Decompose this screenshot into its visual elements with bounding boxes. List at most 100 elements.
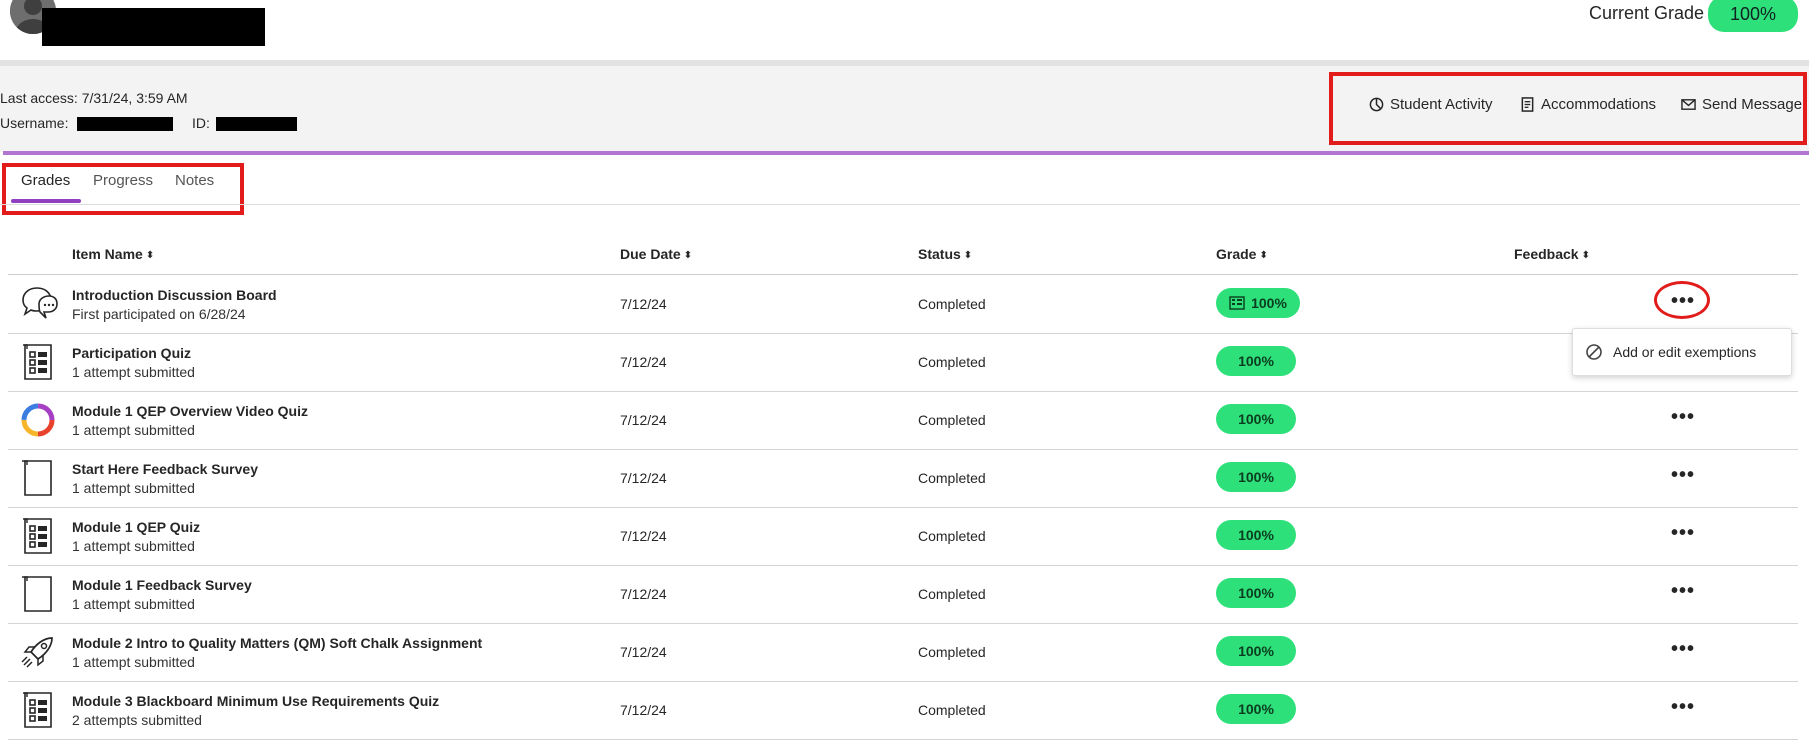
header-accent-line xyxy=(3,151,1809,155)
document-icon xyxy=(18,574,58,614)
sort-icon: ⬍ xyxy=(1581,250,1590,261)
table-row[interactable] xyxy=(8,450,1798,508)
sort-icon: ⬍ xyxy=(683,250,693,261)
due-date-cell: 7/12/24 xyxy=(620,702,667,718)
sort-icon: ⬍ xyxy=(145,250,155,261)
item-subtitle: 1 attempt submitted xyxy=(72,364,195,380)
tabs-highlight-box xyxy=(2,163,244,215)
document-list-icon xyxy=(1521,97,1534,112)
tab-grades[interactable]: Grades xyxy=(21,172,70,189)
due-date-cell: 7/12/24 xyxy=(620,412,667,428)
status-cell: Completed xyxy=(918,412,986,428)
student-name-redacted xyxy=(42,8,265,46)
table-row[interactable] xyxy=(8,624,1798,682)
test-icon xyxy=(18,516,58,556)
table-row[interactable] xyxy=(8,508,1798,566)
row-context-menu: Add or edit exemptions xyxy=(1572,328,1792,376)
item-subtitle: 1 attempt submitted xyxy=(72,596,195,612)
tab-progress[interactable]: Progress xyxy=(93,172,153,189)
more-options-button[interactable]: ••• xyxy=(1671,523,1695,543)
more-options-button[interactable]: ••• xyxy=(1671,465,1695,485)
accommodations-button[interactable]: Accommodations xyxy=(1520,96,1656,113)
due-date-cell: 7/12/24 xyxy=(620,644,667,660)
id-label: ID: xyxy=(192,115,210,131)
status-cell: Completed xyxy=(918,470,986,486)
accommodations-label: Accommodations xyxy=(1541,96,1657,113)
status-cell: Completed xyxy=(918,354,986,370)
item-subtitle: 1 attempt submitted xyxy=(72,654,195,670)
gradebook-icon xyxy=(1229,296,1245,310)
active-tab-indicator xyxy=(11,199,81,203)
sort-icon: ⬍ xyxy=(1259,250,1268,261)
item-subtitle: 2 attempts submitted xyxy=(72,712,202,728)
document-icon xyxy=(18,458,58,498)
prohibited-icon xyxy=(1586,344,1602,360)
last-access: Last access: 7/31/24, 3:59 AM xyxy=(0,90,188,106)
pie-chart-icon xyxy=(1369,97,1384,112)
envelope-icon xyxy=(1681,99,1696,110)
grade-pill[interactable]: 100% xyxy=(1216,462,1296,492)
student-activity-button[interactable]: Student Activity xyxy=(1369,96,1493,113)
grade-pill[interactable]: 100% xyxy=(1216,288,1300,318)
due-date-cell: 7/12/24 xyxy=(620,354,667,370)
item-title-link[interactable]: Participation Quiz xyxy=(72,345,191,361)
add-or-edit-exemptions-item[interactable]: Add or edit exemptions xyxy=(1613,344,1756,360)
username-label: Username: xyxy=(0,115,69,131)
tabs-divider xyxy=(0,204,1800,205)
test-icon xyxy=(18,342,58,382)
video-quiz-logo-icon xyxy=(18,400,58,440)
grade-pill[interactable]: 100% xyxy=(1216,346,1296,376)
send-message-label: Send Message xyxy=(1702,96,1803,113)
last-access-label: Last access: xyxy=(0,90,78,106)
send-message-button[interactable]: Send Message xyxy=(1681,96,1802,113)
due-date-cell: 7/12/24 xyxy=(620,586,667,602)
current-grade-pill[interactable]: 100% xyxy=(1708,0,1798,32)
status-cell: Completed xyxy=(918,528,986,544)
status-cell: Completed xyxy=(918,586,986,602)
table-row[interactable] xyxy=(8,276,1798,334)
id-redacted xyxy=(216,117,297,131)
grade-pill[interactable]: 100% xyxy=(1216,694,1296,724)
more-options-button[interactable]: ••• xyxy=(1671,581,1695,601)
due-date-cell: 7/12/24 xyxy=(620,528,667,544)
current-grade-label: Current Grade xyxy=(1589,3,1705,23)
table-row[interactable] xyxy=(8,566,1798,624)
tab-notes[interactable]: Notes xyxy=(175,172,214,189)
table-row[interactable] xyxy=(8,682,1798,740)
more-options-button[interactable]: ••• xyxy=(1671,697,1695,717)
due-date-cell: 7/12/24 xyxy=(620,296,667,312)
item-title-link[interactable]: Module 1 QEP Overview Video Quiz xyxy=(72,403,308,419)
item-title-link[interactable]: Module 3 Blackboard Minimum Use Requirem… xyxy=(72,693,439,709)
column-header-feedback[interactable]: Feedback ⬍ xyxy=(1514,246,1590,262)
grade-pill[interactable]: 100% xyxy=(1216,578,1296,608)
item-subtitle: 1 attempt submitted xyxy=(72,422,195,438)
grade-pill[interactable]: 100% xyxy=(1216,520,1296,550)
item-title-link[interactable]: Start Here Feedback Survey xyxy=(72,461,258,477)
last-access-value: 7/31/24, 3:59 AM xyxy=(81,90,188,106)
item-title-link[interactable]: Introduction Discussion Board xyxy=(72,287,277,303)
item-title-link[interactable]: Module 1 QEP Quiz xyxy=(72,519,200,535)
item-subtitle: First participated on 6/28/24 xyxy=(72,306,246,322)
more-options-button[interactable]: ••• xyxy=(1671,639,1695,659)
item-subtitle: 1 attempt submitted xyxy=(72,538,195,554)
more-options-highlight-circle xyxy=(1654,281,1710,319)
grade-pill[interactable]: 100% xyxy=(1216,404,1296,434)
more-options-button[interactable]: ••• xyxy=(1671,407,1695,427)
item-title-link[interactable]: Module 2 Intro to Quality Matters (QM) S… xyxy=(72,635,482,651)
due-date-cell: 7/12/24 xyxy=(620,470,667,486)
test-icon xyxy=(18,690,58,730)
student-activity-label: Student Activity xyxy=(1390,96,1493,113)
column-header-item-name[interactable]: Item Name ⬍ xyxy=(72,246,154,262)
username-redacted xyxy=(77,117,173,131)
table-row[interactable] xyxy=(8,392,1798,450)
grade-pill[interactable]: 100% xyxy=(1216,636,1296,666)
column-header-grade[interactable]: Grade ⬍ xyxy=(1216,246,1268,262)
item-subtitle: 1 attempt submitted xyxy=(72,480,195,496)
discussion-icon xyxy=(18,284,58,324)
item-title-link[interactable]: Module 1 Feedback Survey xyxy=(72,577,252,593)
column-header-status[interactable]: Status ⬍ xyxy=(918,246,972,262)
table-row[interactable] xyxy=(8,334,1798,392)
column-header-due-date[interactable]: Due Date ⬍ xyxy=(620,246,692,262)
status-cell: Completed xyxy=(918,702,986,718)
table-header-divider xyxy=(8,274,1798,275)
